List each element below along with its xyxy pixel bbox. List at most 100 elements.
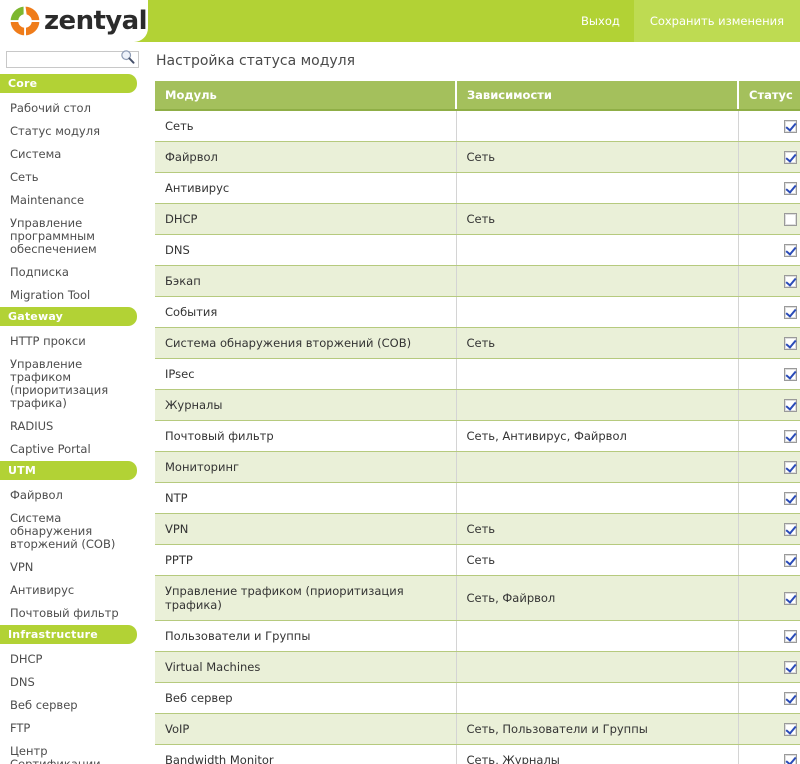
module-enabled-checkbox[interactable] — [783, 430, 797, 443]
module-enabled-checkbox[interactable] — [783, 630, 797, 643]
column-header-module: Модуль — [155, 81, 456, 111]
cell-status — [738, 451, 800, 483]
sidebar-item-почтовый-фильтр[interactable]: Почтовый фильтр — [0, 602, 145, 625]
sidebar-section-core: Core — [0, 74, 137, 93]
table-row: DNS — [155, 234, 800, 266]
cell-module: Bandwidth Monitor — [155, 744, 457, 764]
module-enabled-checkbox[interactable] — [783, 337, 797, 350]
cell-status — [738, 389, 800, 421]
cell-dependencies: Сеть — [456, 141, 739, 173]
sidebar-item-подписка[interactable]: Подписка — [0, 261, 145, 284]
module-enabled-checkbox[interactable] — [783, 399, 797, 412]
search-input[interactable] — [6, 51, 139, 68]
module-enabled-checkbox[interactable] — [783, 275, 797, 288]
sidebar-item-dhcp[interactable]: DHCP — [0, 648, 145, 671]
cell-status — [738, 575, 800, 621]
module-enabled-checkbox[interactable] — [783, 461, 797, 474]
sidebar-item-http-прокси[interactable]: HTTP прокси — [0, 330, 145, 353]
table-row: Мониторинг — [155, 451, 800, 483]
cell-status — [738, 141, 800, 173]
sidebar-item-файрвол[interactable]: Файрвол — [0, 484, 145, 507]
sidebar-item-система-обнаружения-вторжений-сов[interactable]: Система обнаружения вторжений (СОВ) — [0, 507, 145, 556]
top-links: Выход Сохранить изменения — [567, 0, 800, 42]
sidebar-item-центр-сертификации[interactable]: Центр Сертификации — [0, 740, 145, 764]
sidebar-item-статус-модуля[interactable]: Статус модуля — [0, 120, 145, 143]
module-enabled-checkbox[interactable] — [783, 213, 797, 226]
module-enabled-checkbox[interactable] — [783, 120, 797, 133]
cell-status — [738, 172, 800, 204]
sidebar-item-captive-portal[interactable]: Captive Portal — [0, 438, 145, 461]
module-enabled-checkbox[interactable] — [783, 306, 797, 319]
brand-logo[interactable]: zentyal — [9, 5, 148, 37]
table-row: Пользователи и Группы — [155, 620, 800, 652]
cell-module: Антивирус — [155, 172, 457, 204]
module-enabled-checkbox[interactable] — [783, 244, 797, 257]
save-changes-button[interactable]: Сохранить изменения — [633, 0, 800, 42]
sidebar-item-управление-программным-обеспечением[interactable]: Управление программным обеспечением — [0, 212, 145, 261]
sidebar-section-gateway: Gateway — [0, 307, 137, 326]
cell-dependencies — [456, 389, 739, 421]
sidebar-item-ftp[interactable]: FTP — [0, 717, 145, 740]
module-enabled-checkbox[interactable] — [783, 661, 797, 674]
cell-module: Почтовый фильтр — [155, 420, 457, 452]
table-row: Bandwidth Monitor Сеть, Журналы — [155, 744, 800, 764]
sidebar-item-radius[interactable]: RADIUS — [0, 415, 145, 438]
cell-dependencies: Сеть — [456, 513, 739, 545]
cell-dependencies — [456, 682, 739, 714]
sidebar-item-антивирус[interactable]: Антивирус — [0, 579, 145, 602]
sidebar-item-сеть[interactable]: Сеть — [0, 166, 145, 189]
sidebar-item-maintenance[interactable]: Maintenance — [0, 189, 145, 212]
module-enabled-checkbox[interactable] — [783, 723, 797, 736]
table-row: Сеть — [155, 110, 800, 142]
sidebar-section-utm: UTM — [0, 461, 137, 480]
cell-status — [738, 651, 800, 683]
table-row: VoIP Сеть, Пользователи и Группы — [155, 713, 800, 745]
cell-status — [738, 358, 800, 390]
sidebar-item-система[interactable]: Система — [0, 143, 145, 166]
table-header-row: Модуль Зависимости Статус — [155, 81, 800, 111]
logout-link[interactable]: Выход — [567, 0, 634, 42]
app-root: Выход Сохранить изменения zentyal Core Р… — [0, 0, 800, 764]
cell-dependencies — [456, 110, 739, 142]
module-enabled-checkbox[interactable] — [783, 692, 797, 705]
table-row: DHCP Сеть — [155, 203, 800, 235]
cell-status — [738, 420, 800, 452]
cell-module: VPN — [155, 513, 457, 545]
cell-dependencies — [456, 234, 739, 266]
cell-status — [738, 620, 800, 652]
sidebar-item-рабочий-стол[interactable]: Рабочий стол — [0, 97, 145, 120]
sidebar-item-vpn[interactable]: VPN — [0, 556, 145, 579]
table-row: IPsec — [155, 358, 800, 390]
cell-module: VoIP — [155, 713, 457, 745]
cell-dependencies — [456, 358, 739, 390]
module-enabled-checkbox[interactable] — [783, 368, 797, 381]
module-enabled-checkbox[interactable] — [783, 151, 797, 164]
main-content: Настройка статуса модуля Модуль Зависимо… — [145, 42, 800, 764]
table-row: Система обнаружения вторжений (СОВ) Сеть — [155, 327, 800, 359]
cell-module: DNS — [155, 234, 457, 266]
cell-dependencies — [456, 620, 739, 652]
sidebar: Core Рабочий стол Статус модуля Система Сеть… — [0, 42, 145, 764]
sidebar-item-управление-трафиком-приоритизация-трафика[interactable]: Управление трафиком (приоритизация трафи… — [0, 353, 145, 415]
cell-status — [738, 544, 800, 576]
module-enabled-checkbox[interactable] — [783, 182, 797, 195]
module-enabled-checkbox[interactable] — [783, 554, 797, 567]
table-row: PPTP Сеть — [155, 544, 800, 576]
module-enabled-checkbox[interactable] — [783, 592, 797, 605]
column-header-status: Статус — [737, 81, 800, 111]
table-body: Сеть Файрвол Сеть Антивирус DHCP Сеть DNS Бэкап… — [155, 110, 800, 764]
cell-status — [738, 682, 800, 714]
module-status-table: Модуль Зависимости Статус Сеть Файрвол Сет… — [155, 81, 800, 764]
sidebar-item-веб-сервер[interactable]: Веб сервер — [0, 694, 145, 717]
table-head: Модуль Зависимости Статус — [155, 81, 800, 111]
table-row: Бэкап — [155, 265, 800, 297]
module-enabled-checkbox[interactable] — [783, 492, 797, 505]
sidebar-item-dns[interactable]: DNS — [0, 671, 145, 694]
logo-tab: zentyal — [0, 0, 148, 42]
module-enabled-checkbox[interactable] — [783, 754, 797, 764]
cell-module: Управление трафиком (приоритизация трафи… — [155, 575, 457, 621]
sidebar-item-migration-tool[interactable]: Migration Tool — [0, 284, 145, 307]
cell-module: Virtual Machines — [155, 651, 457, 683]
module-enabled-checkbox[interactable] — [783, 523, 797, 536]
table-row: VPN Сеть — [155, 513, 800, 545]
